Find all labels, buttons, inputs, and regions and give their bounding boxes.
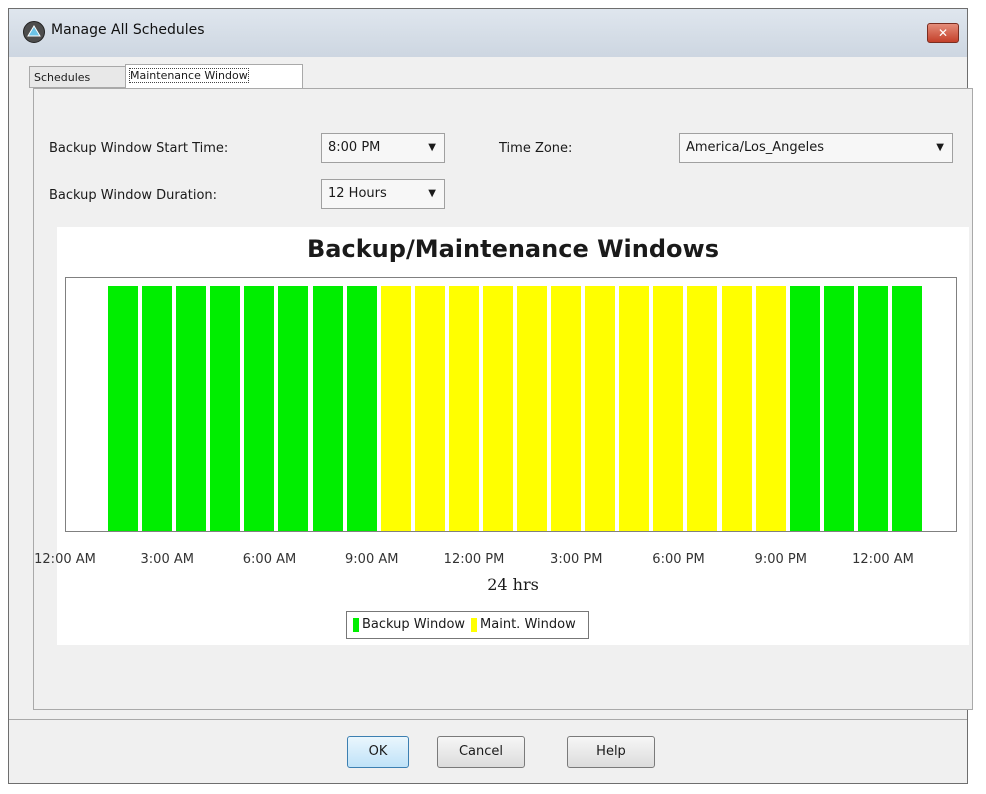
chart-bar — [653, 286, 684, 531]
chart-bar — [482, 286, 513, 531]
chart-bar — [278, 286, 309, 531]
duration-value: 12 Hours — [328, 186, 387, 201]
duration-select[interactable]: 12 Hours ▼ — [321, 179, 445, 209]
timezone-label: Time Zone: — [499, 141, 573, 156]
tab-maintenance-window[interactable]: Maintenance Window — [125, 64, 303, 88]
ok-button[interactable]: OK — [347, 736, 409, 768]
help-button[interactable]: Help — [567, 736, 655, 768]
chart-bar — [755, 286, 786, 531]
legend-label-maint: Maint. Window — [480, 617, 576, 632]
chart-legend: Backup Window Maint. Window — [346, 611, 589, 639]
legend-item-backup: Backup Window — [353, 612, 465, 638]
chart-title: Backup/Maintenance Windows — [307, 235, 719, 263]
legend-label-backup: Backup Window — [362, 617, 466, 632]
x-tick-label: 12:00 AM — [852, 552, 914, 567]
x-tick-label: 6:00 PM — [652, 552, 705, 567]
chart-bar — [108, 286, 139, 531]
chart-bar — [517, 286, 548, 531]
chevron-down-icon: ▼ — [936, 142, 944, 153]
window-title: Manage All Schedules — [51, 22, 205, 38]
chart-bar — [789, 286, 820, 531]
x-tick-label: 9:00 AM — [345, 552, 399, 567]
x-tick-label: 3:00 PM — [550, 552, 603, 567]
tab-maintenance-window-label: Maintenance Window — [129, 68, 249, 83]
chart-bar — [721, 286, 752, 531]
chart-bar — [857, 286, 888, 531]
tab-schedules[interactable]: Schedules — [29, 66, 126, 88]
x-tick-label: 3:00 AM — [140, 552, 194, 567]
duration-label: Backup Window Duration: — [49, 188, 218, 203]
chart-bar — [380, 286, 411, 531]
timezone-value: America/Los_Angeles — [686, 140, 825, 155]
chart-bar — [619, 286, 650, 531]
footer-divider — [9, 719, 967, 720]
app-logo-icon — [23, 21, 45, 43]
start-time-label: Backup Window Start Time: — [49, 141, 229, 156]
chart-bar — [176, 286, 207, 531]
start-time-value: 8:00 PM — [328, 140, 381, 155]
legend-item-maint: Maint. Window — [471, 612, 576, 638]
chart-bar — [142, 286, 173, 531]
cancel-button[interactable]: Cancel — [437, 736, 525, 768]
chart-plot-area — [65, 277, 957, 532]
chart-bar — [891, 286, 922, 531]
chevron-down-icon: ▼ — [428, 188, 436, 199]
chart-bar — [448, 286, 479, 531]
timezone-select[interactable]: America/Los_Angeles ▼ — [679, 133, 953, 163]
backup-maintenance-chart: Backup/Maintenance Windows 24 hrs Backup… — [34, 227, 969, 645]
x-tick-label: 12:00 PM — [443, 552, 505, 567]
start-time-select[interactable]: 8:00 PM ▼ — [321, 133, 445, 163]
chart-bar — [551, 286, 582, 531]
chart-bar — [244, 286, 275, 531]
chart-x-axis-label: 24 hrs — [487, 575, 539, 594]
chart-bar — [687, 286, 718, 531]
legend-swatch-backup — [353, 617, 359, 632]
chart-bar — [585, 286, 616, 531]
close-button[interactable]: ✕ — [927, 23, 959, 43]
legend-swatch-maint — [471, 617, 478, 632]
chart-bar — [346, 286, 377, 531]
chart-bar — [414, 286, 445, 531]
chevron-down-icon: ▼ — [428, 142, 436, 153]
chart-bar — [210, 286, 241, 531]
manage-schedules-dialog: Manage All Schedules ✕ Schedules Mainten… — [8, 8, 973, 784]
chart-bar — [312, 286, 343, 531]
title-bar[interactable]: Manage All Schedules ✕ — [9, 9, 967, 57]
chart-bar — [823, 286, 854, 531]
x-tick-label: 9:00 PM — [754, 552, 807, 567]
x-tick-label: 12:00 AM — [34, 552, 96, 567]
x-tick-label: 6:00 AM — [242, 552, 297, 567]
